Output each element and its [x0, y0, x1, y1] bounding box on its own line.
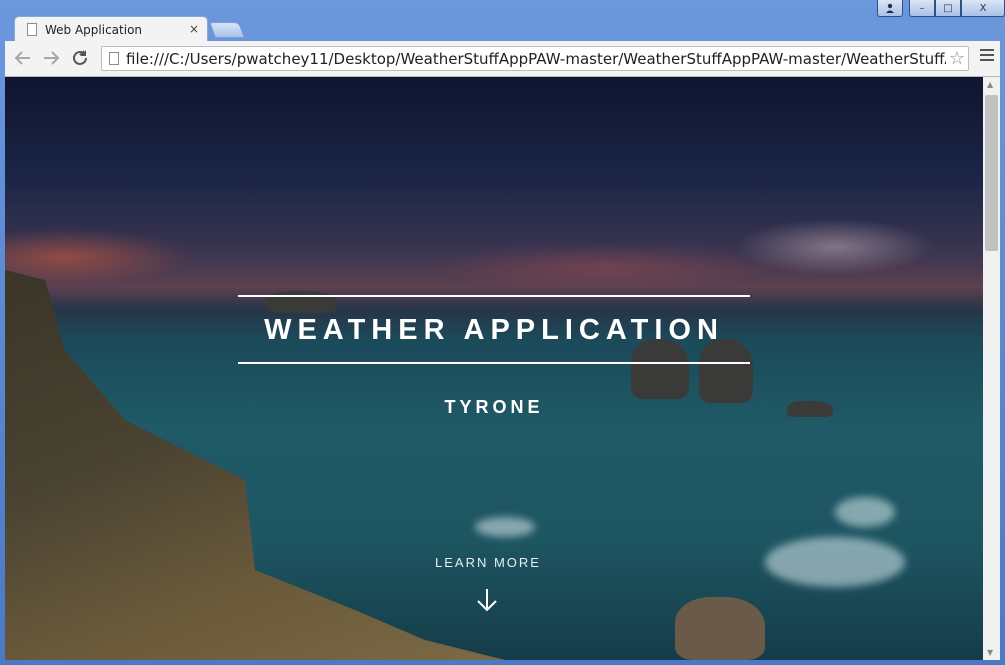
minimize-icon: – — [919, 2, 925, 14]
page-icon — [27, 23, 37, 36]
scroll-down-icon[interactable]: ▼ — [987, 648, 993, 657]
sea-rock — [699, 339, 753, 403]
toolbar: file:///C:/Users/pwatchey11/Desktop/Weat… — [5, 41, 1000, 77]
minimize-button[interactable]: – — [909, 0, 935, 17]
menu-icon[interactable] — [980, 49, 994, 63]
forward-button[interactable] — [40, 47, 62, 69]
sea-rock — [631, 339, 689, 399]
vertical-scrollbar[interactable]: ▲ ▼ — [983, 77, 1000, 660]
scroll-up-icon[interactable]: ▲ — [987, 80, 993, 89]
tab-close-button[interactable]: × — [189, 22, 199, 36]
maximize-button[interactable]: □ — [935, 0, 961, 17]
address-bar[interactable]: file:///C:/Users/pwatchey11/Desktop/Weat… — [101, 46, 969, 71]
sea-foam — [835, 497, 895, 527]
reload-icon — [73, 50, 87, 65]
learn-more-link[interactable]: LEARN MORE — [388, 555, 588, 570]
subtitle: TYRONE — [444, 397, 544, 417]
window-controls: – □ X — [877, 0, 1005, 18]
user-icon — [886, 3, 894, 13]
page-title: WEATHER APPLICATION — [264, 314, 724, 346]
sea-rock — [787, 401, 833, 417]
tab-web-application[interactable]: Web Application × — [14, 16, 208, 42]
url-text[interactable]: file:///C:/Users/pwatchey11/Desktop/Weat… — [126, 50, 946, 68]
tab-title: Web Application — [45, 23, 143, 37]
user-button[interactable] — [877, 0, 903, 17]
arrow-down-icon[interactable] — [475, 587, 499, 613]
sea-foam — [475, 517, 535, 537]
shore-rock — [675, 597, 765, 660]
close-icon: X — [979, 2, 987, 14]
title-rule-top — [238, 295, 750, 297]
maximize-icon: □ — [943, 2, 953, 14]
back-arrow-icon — [14, 51, 30, 65]
back-button[interactable] — [12, 47, 34, 69]
title-rule-bottom — [238, 362, 750, 364]
close-window-button[interactable]: X — [961, 0, 1005, 17]
page-icon — [109, 52, 119, 65]
scrollbar-thumb[interactable] — [985, 95, 998, 251]
new-tab-button[interactable] — [209, 22, 245, 38]
page-content: WEATHER APPLICATION TYRONE LEARN MORE — [5, 77, 983, 660]
star-icon[interactable]: ☆ — [949, 48, 965, 69]
sea-foam — [765, 537, 905, 587]
forward-arrow-icon — [44, 51, 60, 65]
reload-button[interactable] — [69, 47, 91, 69]
browser-window: – □ X Web Application × file:///C:/Users… — [0, 0, 1005, 665]
